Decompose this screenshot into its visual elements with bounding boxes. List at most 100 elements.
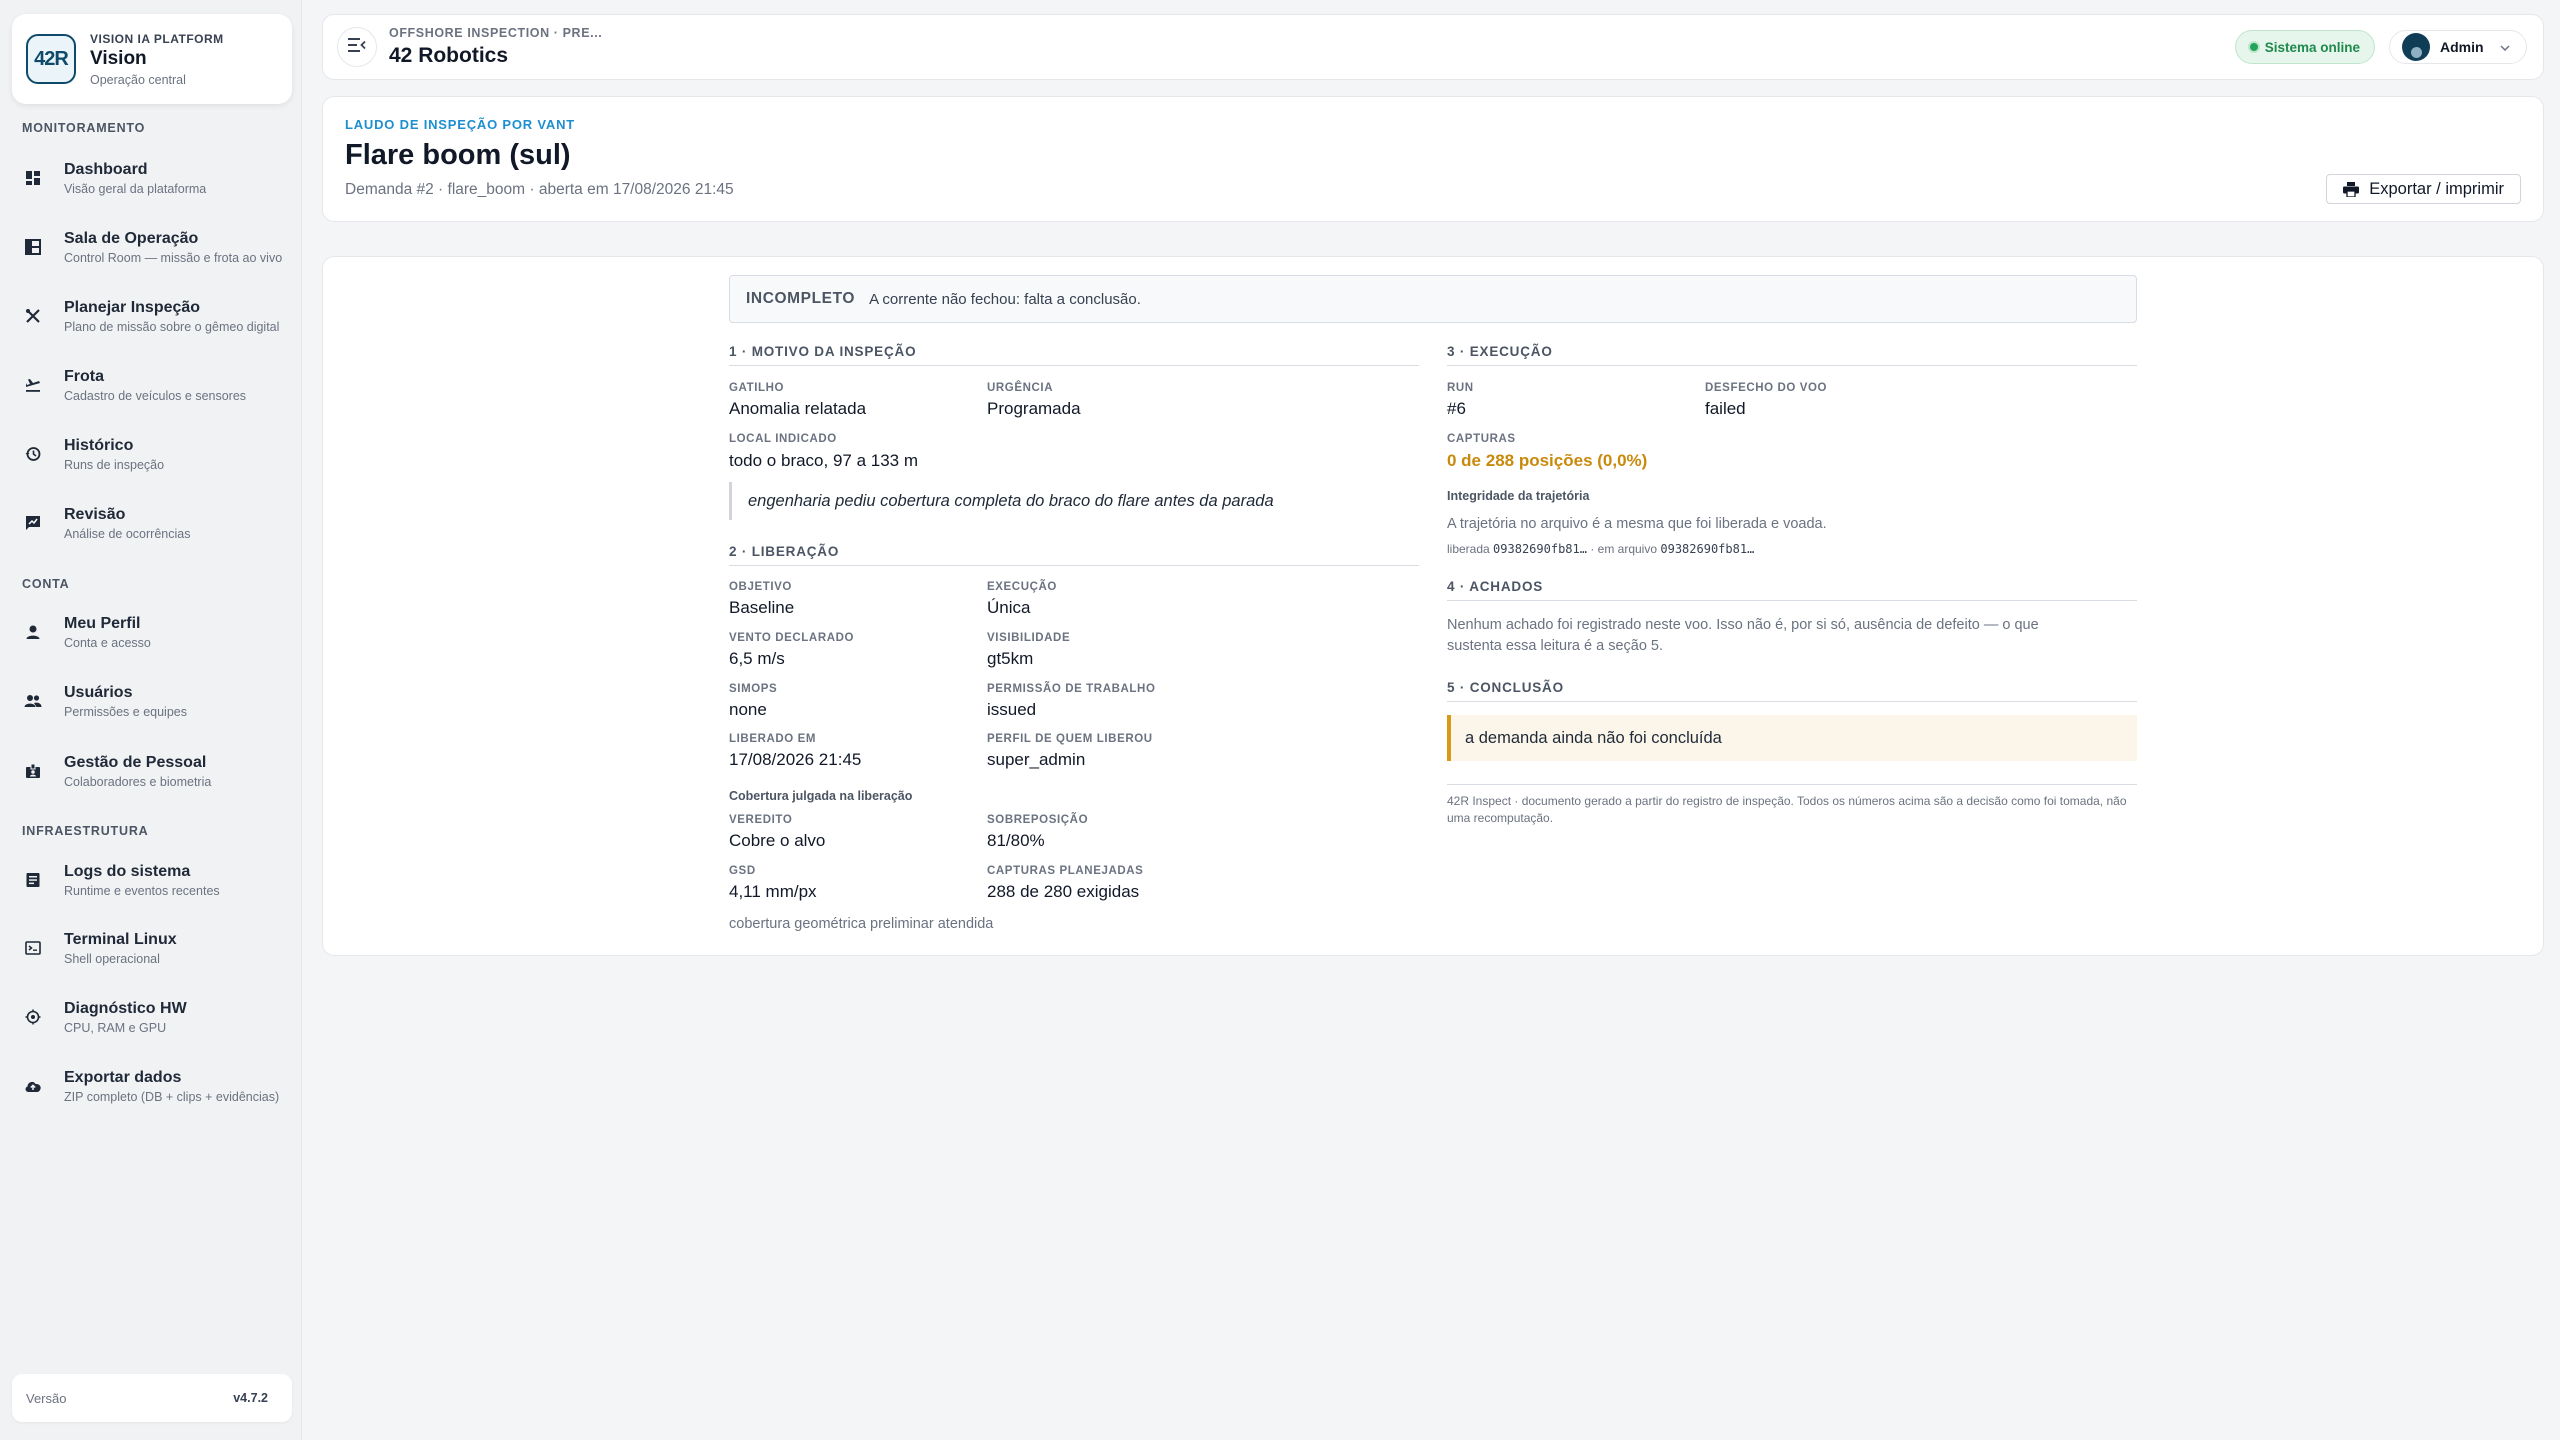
gsd-value: 4,11 mm/px [729,882,817,901]
section-2-title: 2 · LIBERAÇÃO [729,544,1419,566]
sidebar-item-exportar-dados[interactable]: Exportar dados ZIP completo (DB + clips … [12,1056,292,1116]
inspection-reason-quote: engenharia pediu cobertura completa do b… [729,482,1419,520]
sidebar-item-logs-do-sistema[interactable]: Logs do sistema Runtime e eventos recent… [12,850,292,910]
perfil-value: super_admin [987,750,1086,769]
version-label: Versão [26,1390,67,1406]
sidebar-item-desc: ZIP completo (DB + clips + evidências) [64,1089,280,1104]
avatar [2402,33,2430,61]
menu-toggle-button[interactable] [337,27,377,67]
status-dot-icon [2249,43,2258,51]
sidebar-item-desc: Visão geral da plataforma [64,181,207,196]
user-menu-button[interactable]: Admin [2389,30,2527,64]
topbar-subtitle: OFFSHORE INSPECTION · PRE... [389,26,603,40]
sidebar-item-label: Logs do sistema [64,862,191,880]
local-value: todo o braco, 97 a 133 m [729,451,919,470]
simops-value: none [729,700,767,719]
topbar-title: 42 Robotics [389,44,509,67]
report-footer-note: 42R Inspect · documento gerado a partir … [1447,784,2137,827]
sidebar-item-diagnostico-hw[interactable]: Diagnóstico HW CPU, RAM e GPU [12,987,292,1047]
group-icon [24,692,42,710]
sidebar-item-label: Sala de Operação [64,229,199,247]
topbar: OFFSHORE INSPECTION · PRE... 42 Robotics… [322,14,2544,80]
export-print-label: Exportar / imprimir [2369,179,2504,198]
dashboard-icon [24,169,42,187]
sidebar-item-desc: Plano de missão sobre o gêmeo digital [64,319,280,334]
control-room-icon [24,238,42,256]
sidebar-item-desc: Shell operacional [64,951,160,966]
capturas-planejadas-value: 288 de 280 exigidas [987,882,1140,901]
sidebar-item-label: Diagnóstico HW [64,999,187,1017]
gatilho-label: GATILHO [729,382,785,394]
sidebar-item-usuarios[interactable]: Usuários Permissões e equipes [12,671,292,731]
cobertura-note: cobertura geométrica preliminar atendida [729,916,994,932]
brand-title: Vision [90,47,147,69]
capturas-label: CAPTURAS [1447,433,1516,445]
sidebar-item-terminal-linux[interactable]: Terminal Linux Shell operacional [12,918,292,978]
banner-message: A corrente não fechou: falta a conclusão… [869,290,1141,308]
run-label: RUN [1447,382,1474,394]
perfil-label: PERFIL DE QUEM LIBEROU [987,733,1153,745]
sidebar-item-label: Planejar Inspeção [64,298,201,316]
sidebar-item-meu-perfil[interactable]: Meu Perfil Conta e acesso [12,602,292,662]
user-name: Admin [2440,39,2484,55]
sidebar-item-gestao-de-pessoal[interactable]: Gestão de Pessoal Colaboradores e biomet… [12,741,292,801]
logs-icon [24,871,42,889]
sidebar-item-frota[interactable]: Frota Cadastro de veículos e sensores [12,355,292,415]
arquivo-hash: 09382690fb81… [1660,542,1755,556]
sidebar-item-dashboard[interactable]: Dashboard Visão geral da plataforma [12,148,292,208]
menu-collapse-icon [348,37,366,57]
incomplete-banner: INCOMPLETO A corrente não fechou: falta … [729,275,2137,323]
sobreposicao-label: SOBREPOSIÇÃO [987,814,1089,826]
section-4-title: 4 · ACHADOS [1447,579,2137,601]
veredito-label: VEREDITO [729,814,793,826]
vento-value: 6,5 m/s [729,649,785,668]
page-title: Flare boom (sul) [345,139,571,171]
execucao-value: Única [987,598,1031,617]
report-kicker: LAUDO DE INSPEÇÃO POR VANT [345,117,576,132]
run-value: #6 [1447,399,1466,418]
urgencia-label: URGÊNCIA [987,382,1054,394]
review-icon [24,514,42,532]
liberado-value: 17/08/2026 21:45 [729,750,862,769]
hash-line: liberada 09382690fb81… · em arquivo 0938… [1447,542,1754,556]
veredito-value: Cobre o alvo [729,831,826,850]
tools-icon [24,307,42,325]
nav-section-infraestrutura: INFRAESTRUTURA [22,824,149,838]
person-icon [24,623,42,641]
sidebar-item-revisao[interactable]: Revisão Análise de ocorrências [12,493,292,553]
desfecho-value: failed [1705,399,1746,418]
sidebar-item-historico[interactable]: Histórico Runs de inspeção [12,424,292,484]
cloud-upload-icon [24,1077,42,1095]
brand-card[interactable]: 42R VISION IA PLATFORM Vision Operação c… [12,14,292,104]
urgencia-value: Programada [987,399,1081,418]
sidebar-item-planejar-inspecao[interactable]: Planejar Inspeção Plano de missão sobre … [12,286,292,346]
liberada-label: liberada [1447,542,1490,556]
gatilho-value: Anomalia relatada [729,399,867,418]
simops-label: SIMOPS [729,683,778,695]
arquivo-label: em arquivo [1597,542,1658,556]
brand-logo: 42R [26,34,76,84]
sidebar-item-label: Dashboard [64,160,148,178]
section-1-title: 1 · MOTIVO DA INSPEÇÃO [729,344,1419,366]
sidebar-item-desc: Colaboradores e biometria [64,774,212,789]
sidebar-item-desc: Runs de inspeção [64,457,165,472]
section-3-title: 3 · EXECUÇÃO [1447,344,2137,366]
sidebar-item-label: Gestão de Pessoal [64,753,207,771]
sidebar-item-label: Revisão [64,505,126,523]
badge-icon [24,762,42,780]
objetivo-value: Baseline [729,598,795,617]
chip-icon [24,1008,42,1026]
report-header: LAUDO DE INSPEÇÃO POR VANT Flare boom (s… [322,96,2544,222]
sidebar-item-sala-de-operacao[interactable]: Sala de Operação Control Room — missão e… [12,217,292,277]
objetivo-label: OBJETIVO [729,581,792,593]
sidebar: 42R VISION IA PLATFORM Vision Operação c… [0,0,302,1440]
export-print-button[interactable]: Exportar / imprimir [2326,174,2521,204]
sidebar-item-label: Frota [64,367,104,385]
section-5-title: 5 · CONCLUSÃO [1447,680,2137,702]
sidebar-item-desc: Cadastro de veículos e sensores [64,388,247,403]
desfecho-label: DESFECHO DO VOO [1705,382,1828,394]
status-text: Sistema online [2264,39,2360,55]
achados-text: Nenhum achado foi registrado neste voo. … [1447,617,2039,654]
sidebar-item-label: Usuários [64,683,133,701]
local-label: LOCAL INDICADO [729,433,837,445]
